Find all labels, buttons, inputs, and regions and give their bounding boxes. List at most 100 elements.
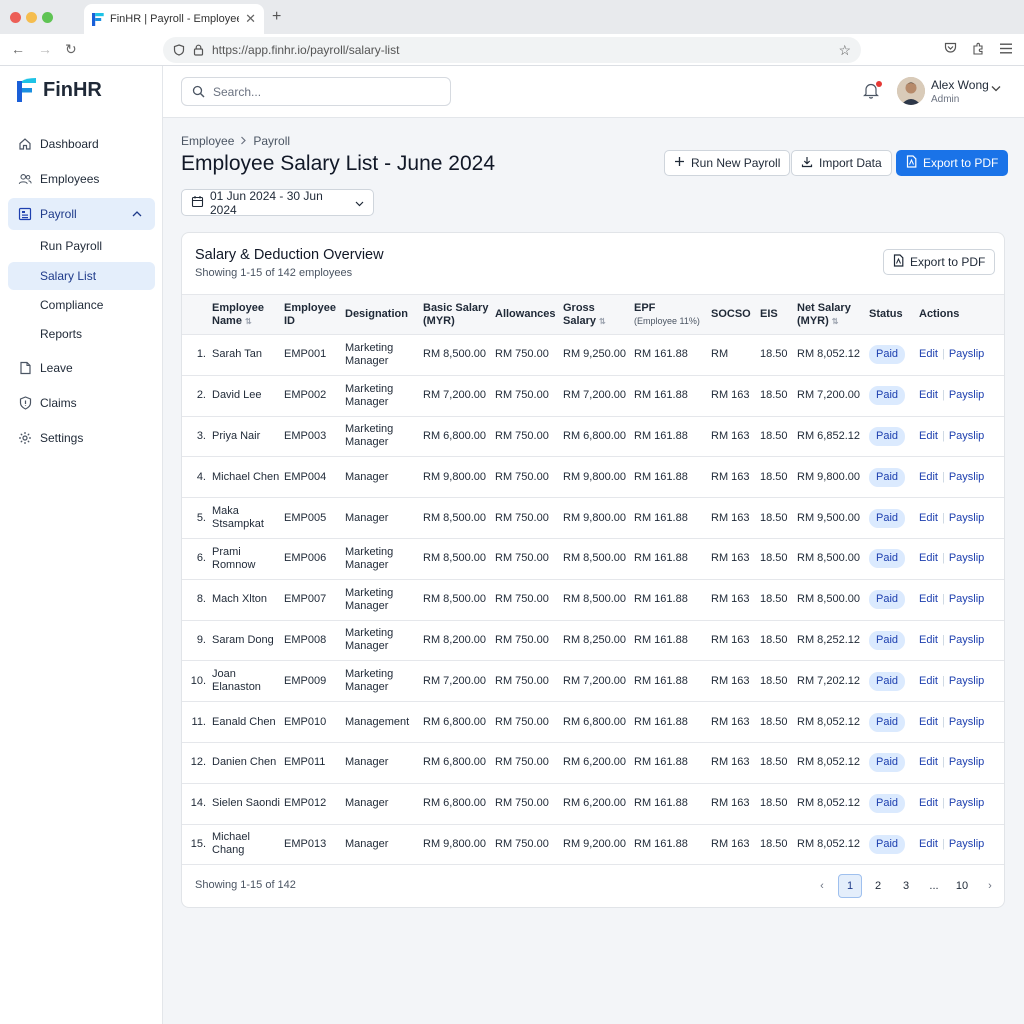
chevron-up-icon[interactable] [132,207,142,221]
cell-actions: Edit | Payslip [917,702,1004,743]
sort-icon[interactable]: ⇅ [245,317,252,326]
cell-net-salary: RM 8,252.12 [797,633,860,646]
extensions-icon[interactable] [972,42,985,58]
page-10-button[interactable]: 10 [950,874,974,898]
edit-link[interactable]: Edit [919,716,938,728]
prev-page-chevron-icon[interactable]: ‹ [810,874,834,898]
date-range-picker[interactable]: 01 Jun 2024 - 30 Jun 2024 [181,189,374,217]
payslip-link[interactable]: Payslip [949,593,984,605]
edit-link[interactable]: Edit [919,838,938,850]
next-page-chevron-icon[interactable]: › [978,874,1002,898]
payslip-link[interactable]: Payslip [949,634,984,646]
cell-socso: RM [711,348,729,361]
edit-link[interactable]: Edit [919,471,938,483]
col-header-net-salary[interactable]: Net Salary (MYR) ⇅ [795,294,867,335]
payroll-icon [18,207,32,221]
chevron-down-icon[interactable] [991,84,1001,95]
button-label: Export to PDF [910,255,986,269]
search-box[interactable] [181,77,451,106]
edit-link[interactable]: Edit [919,675,938,687]
edit-link[interactable]: Edit [919,756,938,768]
cell-status: Paid [867,375,917,416]
cell-basic-salary: RM 6,800.00 [423,715,486,728]
payslip-link[interactable]: Payslip [949,512,984,524]
edit-link[interactable]: Edit [919,634,938,646]
cell-employee-id: EMP013 [284,837,327,850]
menu-icon[interactable] [1000,42,1012,57]
sidebar-item-payroll[interactable]: Payroll [8,198,155,230]
reload-icon[interactable]: ↻ [65,41,77,58]
import-data-button[interactable]: Import Data [791,150,892,176]
maximize-window-button[interactable] [42,12,53,23]
sort-icon[interactable]: ⇅ [599,317,606,326]
payslip-link[interactable]: Payslip [949,348,984,360]
sidebar-sub-reports[interactable]: Reports [8,320,155,348]
payslip-link[interactable]: Payslip [949,675,984,687]
edit-link[interactable]: Edit [919,797,938,809]
sidebar-item-label: Payroll [40,207,77,221]
payslip-link[interactable]: Payslip [949,756,984,768]
sidebar-sub-run-payroll[interactable]: Run Payroll [8,232,155,260]
sidebar-sub-compliance[interactable]: Compliance [8,291,155,319]
sidebar-item-claims[interactable]: Claims [8,387,155,419]
payslip-link[interactable]: Payslip [949,430,984,442]
sidebar-sub-salary-list[interactable]: Salary List [8,262,155,290]
pocket-icon[interactable] [944,42,957,57]
cell-actions: Edit | Payslip [917,538,1004,579]
browser-tab[interactable]: FinHR | Payroll - Employee Salary ✕ [84,4,264,34]
cell-epf: RM 161.88 [634,470,688,483]
sort-icon[interactable]: ⇅ [832,317,839,326]
export-pdf-button[interactable]: Export to PDF [896,150,1009,176]
breadcrumb-item-employee[interactable]: Employee [181,134,234,148]
forward-arrow-icon[interactable]: → [38,41,52,57]
cell-row-number: 8. [196,593,206,606]
close-tab-icon[interactable]: ✕ [245,11,256,27]
run-new-payroll-button[interactable]: Run New Payroll [664,150,791,176]
cell-net-salary: RM 7,202.12 [797,674,860,687]
edit-link[interactable]: Edit [919,348,938,360]
edit-link[interactable]: Edit [919,512,938,524]
payslip-link[interactable]: Payslip [949,716,984,728]
card-export-pdf-button[interactable]: Export to PDF [883,249,996,275]
edit-link[interactable]: Edit [919,430,938,442]
payslip-link[interactable]: Payslip [949,471,984,483]
payslip-link[interactable]: Payslip [949,552,984,564]
cell-eis: 18.50 [760,389,788,402]
cell-eis: 18.50 [760,429,788,442]
col-header-gross-salary[interactable]: Gross Salary ⇅ [561,294,632,335]
cell-gross-salary: RM 8,250.00 [563,633,626,646]
minimize-window-button[interactable] [26,12,37,23]
close-window-button[interactable] [10,12,21,23]
edit-link[interactable]: Edit [919,593,938,605]
page-3-button[interactable]: 3 [894,874,918,898]
bookmark-star-icon[interactable]: ☆ [838,42,851,59]
payslip-link[interactable]: Payslip [949,838,984,850]
payslip-link[interactable]: Payslip [949,389,984,401]
cell-row-number: 10. [190,674,206,687]
sidebar-item-settings[interactable]: Settings [8,422,155,454]
sidebar-item-employees[interactable]: Employees [8,163,155,195]
status-badge: Paid [869,630,906,650]
breadcrumb-item-payroll[interactable]: Payroll [253,134,290,148]
payslip-link[interactable]: Payslip [949,797,984,809]
new-tab-icon[interactable]: + [272,8,281,26]
edit-link[interactable]: Edit [919,389,938,401]
edit-link[interactable]: Edit [919,552,938,564]
sidebar-item-dashboard[interactable]: Dashboard [8,128,155,160]
cell-socso: RM 163 [711,797,750,810]
sidebar-item-label: Employees [40,172,100,186]
notifications-button[interactable] [863,81,882,102]
cell-epf: RM 161.88 [634,756,688,769]
cell-gross-salary: RM 9,200.00 [563,837,626,850]
page-2-button[interactable]: 2 [866,874,890,898]
sidebar-item-leave[interactable]: Leave [8,352,155,384]
address-bar[interactable]: https://app.finhr.io/payroll/salary-list… [163,37,861,63]
finhr-logo[interactable]: FinHR [17,78,102,102]
page-1-button[interactable]: 1 [838,874,862,898]
cell-allowances: RM 750.00 [495,797,549,810]
col-header-employee-name[interactable]: Employee Name ⇅ [210,294,282,335]
cell-net-salary: RM 8,500.00 [797,552,860,565]
search-input[interactable] [213,84,433,99]
avatar[interactable] [897,77,925,105]
back-arrow-icon[interactable]: ← [11,41,25,57]
